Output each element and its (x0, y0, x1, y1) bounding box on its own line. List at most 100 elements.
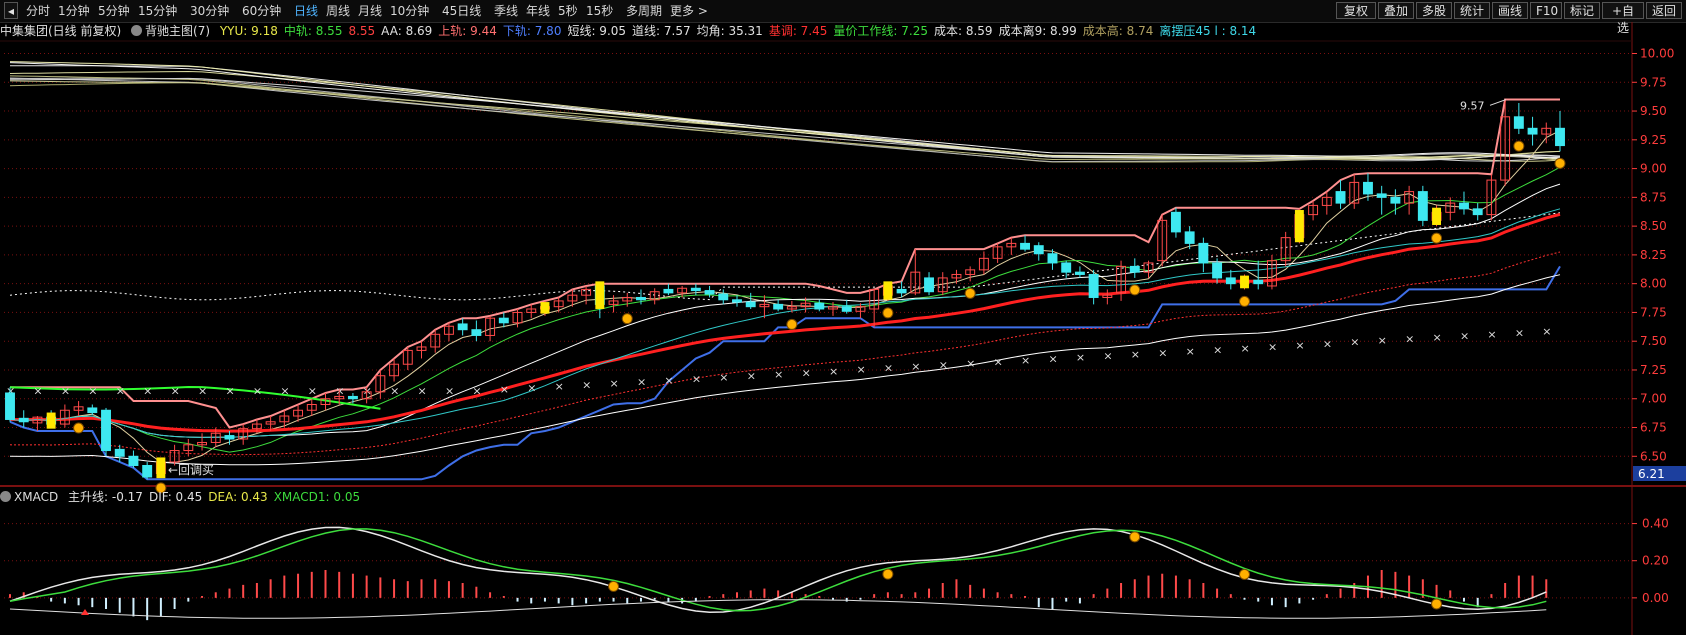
candle-body (128, 455, 139, 466)
period-tab[interactable]: 15分钟 (138, 0, 177, 22)
indicator-name[interactable]: 背驰主图(7) (145, 24, 210, 38)
indicator-value: 8.55 (348, 24, 376, 38)
period-tab[interactable]: 季线 (494, 0, 518, 22)
candle-body (1170, 211, 1181, 233)
candle-body (101, 409, 111, 452)
ma20-line (9, 183, 1561, 438)
toolbar-action-button[interactable]: 多股 (1416, 2, 1452, 19)
x-marker: × (280, 385, 289, 398)
aa-dotted-line (9, 212, 1561, 301)
main-indicator-bar: 中集集团(日线 前复权) 背驰主图(7) YYU: 9.18 中轨: 8.55 8.… (0, 22, 1630, 41)
x-marker: × (1158, 346, 1167, 359)
dea-line (9, 528, 1547, 612)
indicator-value: 上轨: 9.44 (438, 24, 497, 38)
nav-left-icon[interactable]: ◂ (4, 2, 19, 19)
period-tab[interactable]: 10分钟 (390, 0, 429, 22)
gear-icon[interactable] (131, 25, 143, 36)
ribbon-line (9, 77, 1561, 159)
macd-value: DEA: 0.43 (208, 490, 268, 504)
candle-body (155, 461, 166, 475)
x-marker: × (1048, 353, 1057, 366)
candle-body (882, 285, 893, 296)
ma10-line (9, 166, 1561, 453)
candle-body (951, 273, 962, 279)
period-tab[interactable]: 15秒 (586, 0, 613, 22)
candle-body (416, 346, 427, 351)
buy-signal-dot (964, 287, 976, 299)
candle-body (1417, 191, 1428, 221)
period-tab[interactable]: 1分钟 (58, 0, 90, 22)
toolbar-action-button[interactable]: 复权 (1336, 2, 1376, 19)
buy-signal-dot (882, 307, 894, 319)
period-tab[interactable]: 更多 > (670, 0, 708, 22)
indicator-value: 中轨: 8.55 (283, 24, 343, 38)
candle-body (334, 395, 345, 400)
x-marker: × (994, 356, 1003, 369)
highlight-candle (156, 457, 166, 479)
candle-body (800, 302, 811, 308)
indicator-values: YYU: 9.18 中轨: 8.55 8.55 AA: 8.69 上轨: 9.44 下轨:… (220, 24, 1262, 38)
period-tab[interactable]: 月线 (358, 0, 382, 22)
x-marker: × (1268, 340, 1277, 353)
upper-band-line (10, 98, 1560, 429)
candle-body (443, 325, 454, 335)
ribbon-line (9, 61, 1561, 160)
macd-value: XMACD1: 0.05 (273, 490, 361, 504)
ma-mid-thick-line (9, 212, 1561, 433)
candle-body (1294, 214, 1305, 239)
candle-body (1020, 242, 1031, 250)
gear-icon[interactable] (0, 491, 11, 502)
x-marker: × (610, 377, 619, 390)
highlight-candle (595, 281, 605, 309)
x-marker: × (719, 371, 728, 384)
candle-body (896, 288, 907, 294)
dif-line (9, 526, 1547, 613)
candle-body (1198, 242, 1209, 264)
toolbar-action-button[interactable]: 画线 (1492, 2, 1528, 19)
candle-body (1527, 127, 1538, 135)
indicator-value: 成本: 8.59 (933, 24, 993, 38)
period-tab[interactable]: 多周期 (626, 0, 662, 22)
toolbar-action-button[interactable]: 统计 (1454, 2, 1490, 19)
highlight-candle (540, 302, 550, 314)
period-tab[interactable]: 日线 (294, 0, 318, 22)
candle-body (718, 293, 729, 301)
candle-body (1074, 271, 1085, 275)
period-tab[interactable]: 5分钟 (98, 0, 130, 22)
candle-body (622, 296, 633, 302)
indicator-selector[interactable]: 背驰主图(7) (131, 24, 210, 38)
x-marker: × (637, 375, 646, 388)
toolbar-action-button[interactable]: 返回 (1646, 2, 1682, 19)
toolbar-action-button[interactable]: 标记 (1564, 2, 1600, 19)
toolbar-action-button[interactable]: 叠加 (1378, 2, 1414, 19)
x-marker: × (802, 366, 811, 379)
candle-body (978, 257, 989, 271)
toolbar-action-button[interactable]: F10 (1530, 2, 1562, 19)
candle-body (1266, 260, 1277, 287)
toolbar-action-button[interactable]: +自选 (1602, 2, 1644, 35)
macd-name[interactable]: XMACD (14, 490, 58, 504)
candle-body (1321, 196, 1332, 206)
period-tab[interactable]: 60分钟 (242, 0, 281, 22)
candle-body (1404, 191, 1415, 204)
x-marker: × (1076, 351, 1085, 364)
x-marker: × (1542, 325, 1551, 338)
period-tab[interactable]: 周线 (326, 0, 350, 22)
candle-body (690, 287, 701, 292)
candle-body (1129, 265, 1140, 273)
macd-selector[interactable]: XMACD (0, 490, 58, 504)
period-tab[interactable]: 45日线 (442, 0, 481, 22)
x-marker: × (1021, 354, 1030, 367)
candle-body (1061, 262, 1072, 273)
macd-buy-dot (608, 580, 620, 592)
period-tab[interactable]: 5秒 (558, 0, 578, 22)
period-tab[interactable]: 30分钟 (190, 0, 229, 22)
candle-body (1225, 277, 1236, 285)
main-chart[interactable]: 10.00 9.75 9.50 9.25 9.00 8.75 8.50 8.25 8.00 7.7… (0, 0, 1686, 635)
period-tab[interactable]: 年线 (526, 0, 550, 22)
period-tab[interactable]: 分时 (26, 0, 50, 22)
candle-body (1006, 242, 1017, 248)
price-tick-label: 6.75 (1640, 421, 1667, 435)
candle-body (869, 288, 880, 310)
candle-body (567, 294, 578, 302)
